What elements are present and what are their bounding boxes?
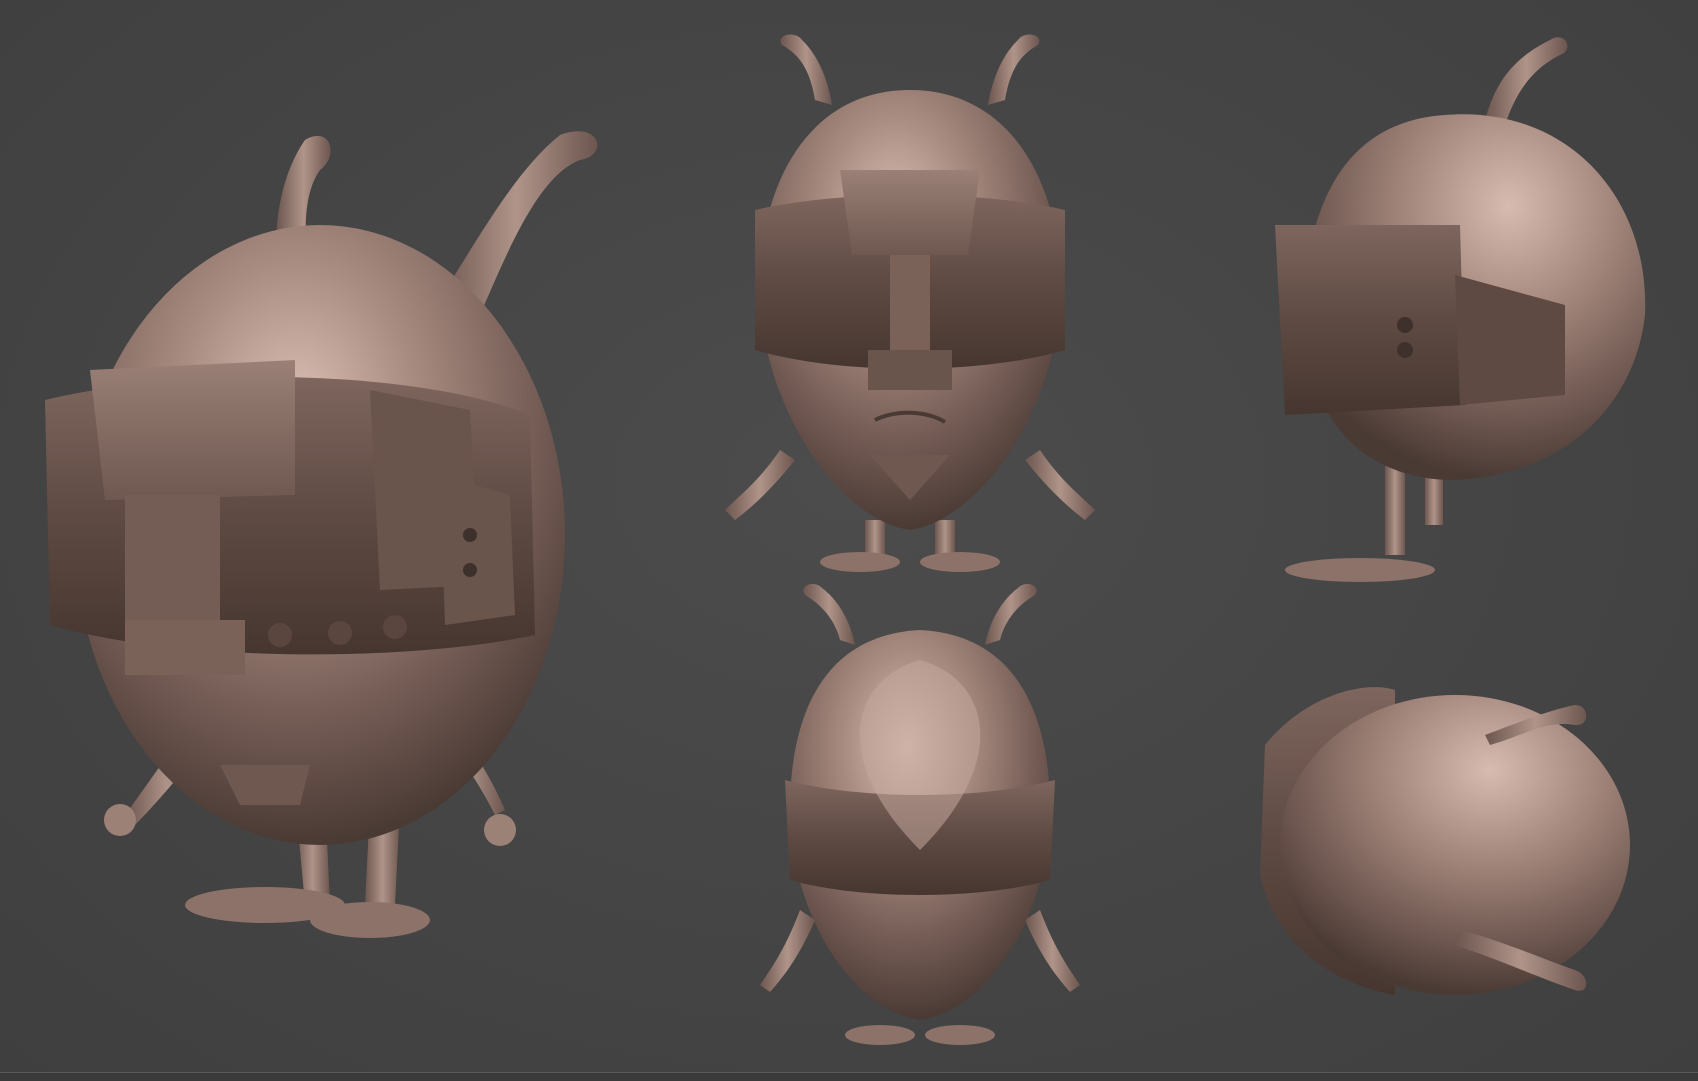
top-view[interactable] [1245, 665, 1635, 1025]
front-view[interactable] [720, 30, 1100, 575]
three-quarter-view[interactable] [40, 115, 630, 995]
side-view[interactable] [1265, 25, 1665, 585]
sculpt-viewport[interactable] [0, 0, 1698, 1072]
back-view[interactable] [760, 580, 1080, 1050]
